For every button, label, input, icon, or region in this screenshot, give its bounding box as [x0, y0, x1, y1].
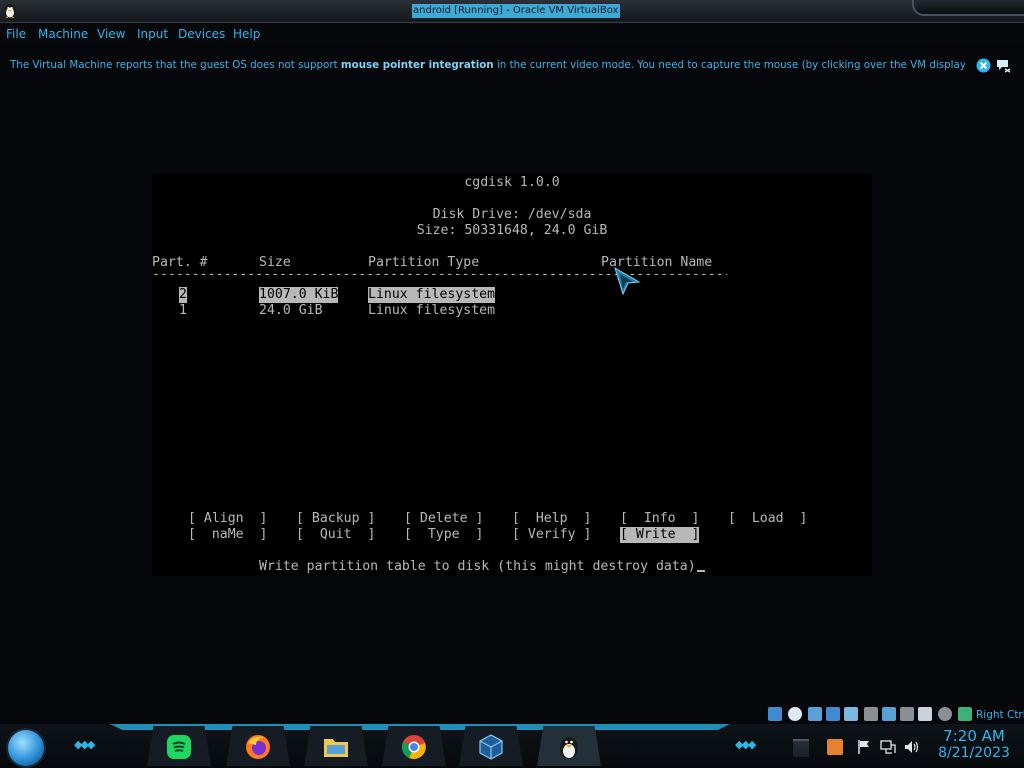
- partition-row-size[interactable]: 1007.0 KiB: [259, 287, 339, 303]
- taskbar-app-chrome[interactable]: [382, 726, 446, 766]
- vm-status-indicators: Right Ctrl: [766, 706, 1024, 724]
- menu-bar: File Machine View Input Devices Help: [0, 23, 1024, 45]
- clock-time: 7:20 AM: [943, 727, 1005, 745]
- network-icon[interactable]: [826, 707, 840, 721]
- title-bar-decoration: [912, 0, 1024, 16]
- menu-file[interactable]: File: [6, 27, 26, 41]
- taskbar-app-linux-vm[interactable]: [537, 726, 601, 766]
- action-backup[interactable]: [ Backup ]: [296, 511, 375, 527]
- status-line: Write partition table to disk (this migh…: [259, 559, 705, 575]
- cpu-icon[interactable]: [918, 707, 932, 721]
- network-icon[interactable]: [880, 739, 896, 755]
- flag-icon[interactable]: [856, 739, 872, 755]
- close-notice-icon[interactable]: [976, 58, 991, 73]
- action-quit[interactable]: [ Quit ]: [296, 527, 375, 543]
- clock-date: 8/21/2023: [938, 745, 1010, 761]
- action-info[interactable]: [ Info ]: [620, 511, 699, 527]
- penguin-icon: [560, 737, 578, 759]
- taskbar-app-virtualbox[interactable]: [459, 726, 523, 766]
- clock[interactable]: 7:20 AM 8/21/2023: [924, 728, 1024, 762]
- mute-notices-icon[interactable]: [996, 58, 1011, 73]
- updates-icon[interactable]: [827, 739, 843, 755]
- action-type[interactable]: [ Type ]: [404, 527, 483, 543]
- vm-display[interactable]: cgdisk 1.0.0 Disk Drive: /dev/sda Size: …: [152, 174, 872, 576]
- volume-icon[interactable]: [904, 739, 920, 755]
- recording-icon[interactable]: [900, 707, 914, 721]
- mouse-integration-notice: The Virtual Machine reports that the gue…: [0, 53, 1024, 79]
- partition-row-part[interactable]: 1: [179, 303, 187, 319]
- action-align[interactable]: [ Align ]: [188, 511, 267, 527]
- taskbar-app-firefox[interactable]: [226, 726, 290, 766]
- virtualbox-icon: [479, 734, 503, 760]
- penguin-icon: [4, 4, 16, 18]
- partition-row-type[interactable]: Linux filesystem: [368, 287, 496, 303]
- action-help[interactable]: [ Help ]: [512, 511, 591, 527]
- menu-machine[interactable]: Machine: [38, 27, 88, 41]
- menu-devices[interactable]: Devices: [178, 27, 225, 41]
- chevron-left-icon: ◆◆◆: [74, 738, 95, 751]
- action-name[interactable]: [ naMe ]: [188, 527, 267, 543]
- spotify-icon: [167, 735, 191, 759]
- taskbar-grip-icon: [793, 739, 809, 757]
- folder-icon: [324, 739, 348, 757]
- action-write[interactable]: [ Write ]: [620, 527, 700, 543]
- shared-folders-icon[interactable]: [864, 707, 878, 721]
- menu-input[interactable]: Input: [137, 27, 168, 41]
- mouse-pointer-icon: [614, 266, 641, 296]
- audio-icon[interactable]: [808, 707, 822, 721]
- hard-disk-icon[interactable]: [768, 707, 782, 721]
- disk-size-label: Size: 50331648, 24.0 GiB: [416, 223, 608, 238]
- menu-help[interactable]: Help: [233, 27, 260, 41]
- usb-icon[interactable]: [844, 707, 858, 721]
- taskbar: ◆◆◆ ◆◆◆ 7:20 AM 8/21/2023: [0, 724, 1024, 768]
- keyboard-capture-icon[interactable]: [958, 707, 972, 721]
- notice-text: The Virtual Machine reports that the gue…: [10, 59, 965, 71]
- taskbar-app-file-manager[interactable]: [304, 726, 368, 766]
- partition-row-size[interactable]: 24.0 GiB: [259, 303, 323, 319]
- action-delete[interactable]: [ Delete ]: [404, 511, 483, 527]
- window-title: android [Running] - Oracle VM VirtualBox: [412, 4, 620, 18]
- cgdisk-title: cgdisk 1.0.0: [464, 175, 560, 190]
- mouse-integration-icon[interactable]: [938, 707, 952, 721]
- partition-row-type[interactable]: Linux filesystem: [368, 303, 495, 319]
- menu-view[interactable]: View: [97, 27, 125, 41]
- display-icon[interactable]: [882, 707, 896, 721]
- chrome-icon: [401, 735, 426, 759]
- optical-drive-icon[interactable]: [788, 707, 802, 721]
- chevron-right-icon: ◆◆◆: [735, 738, 756, 751]
- host-key-label: Right Ctrl: [976, 709, 1024, 721]
- partition-row-part[interactable]: 2: [179, 287, 187, 303]
- disk-drive-label: Disk Drive: /dev/sda: [432, 207, 592, 222]
- title-bar: android [Running] - Oracle VM VirtualBox: [0, 0, 1024, 23]
- text-cursor: [696, 570, 705, 572]
- firefox-icon: [246, 735, 270, 759]
- start-button[interactable]: [8, 730, 44, 766]
- action-verify[interactable]: [ Verify ]: [512, 527, 591, 543]
- taskbar-app-spotify[interactable]: [147, 726, 211, 766]
- action-load[interactable]: [ Load ]: [728, 511, 807, 527]
